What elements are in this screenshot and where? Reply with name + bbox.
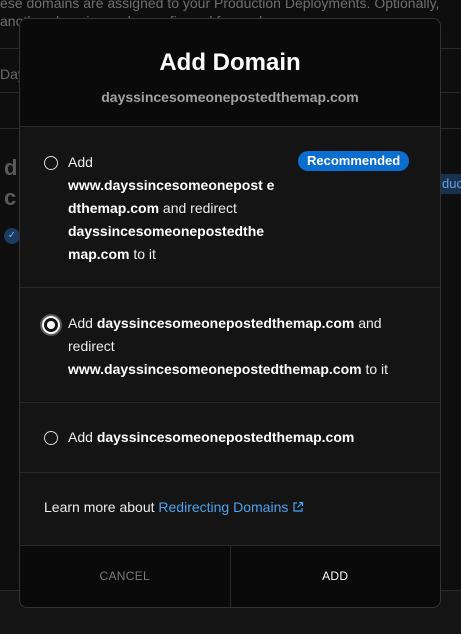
modal-subtitle: dayssincesomeonepostedthemap.com: [101, 89, 359, 105]
add-button[interactable]: ADD: [231, 545, 441, 607]
option-add-text: Add: [68, 429, 97, 445]
option-label: Add dayssincesomeonepostedthemap.com: [68, 426, 418, 449]
option-add-text: Add: [68, 154, 93, 170]
option-redirect-text: and redirect: [159, 200, 237, 216]
redirect-options: Add www.dayssincesomeonepost edthemap.co…: [20, 126, 440, 546]
modal-header: Add Domain dayssincesomeonepostedthemap.…: [20, 19, 440, 126]
option-label: Add dayssincesomeonepostedthemap.com and…: [68, 312, 418, 381]
option-add-www-redirect[interactable]: Add www.dayssincesomeonepost edthemap.co…: [20, 127, 440, 288]
recommended-badge: Recommended: [298, 151, 410, 171]
option-domain: dayssincesomeonepostedthemap.com: [96, 315, 355, 331]
bg-heading-fragment: d: [4, 155, 18, 180]
bg-check-icon: ✓: [4, 228, 20, 244]
add-domain-modal: Add Domain dayssincesomeonepostedthemap.…: [19, 18, 441, 608]
option-add-apex-redirect[interactable]: Add dayssincesomeonepostedthemap.com and…: [20, 287, 440, 403]
learn-more: Learn more about Redirecting Domains: [44, 499, 304, 516]
option-to-it: to it: [129, 246, 156, 262]
modal-title: Add Domain: [159, 49, 301, 76]
option-target: www.dayssincesomeonepostedthemap.com: [68, 361, 362, 377]
option-add-text: Add: [68, 315, 97, 331]
cancel-button[interactable]: CANCEL: [20, 545, 231, 607]
option-to-it: to it: [361, 361, 389, 377]
radio-button[interactable]: [44, 431, 58, 445]
redirecting-domains-link[interactable]: Redirecting Domains: [158, 499, 288, 515]
option-label: Add www.dayssincesomeonepost edthemap.co…: [68, 151, 278, 266]
learn-more-text: Learn more about: [44, 499, 159, 515]
option-target: dayssincesomeonepostedthe map.com: [68, 223, 265, 262]
bg-heading-fragment: c: [4, 185, 17, 210]
option-add-apex-only[interactable]: Add dayssincesomeonepostedthemap.com: [20, 402, 440, 473]
external-link-icon[interactable]: [292, 500, 304, 516]
radio-button[interactable]: [44, 156, 58, 170]
radio-button-selected[interactable]: [42, 316, 60, 334]
bg-badge: duc: [438, 174, 461, 194]
option-domain: dayssincesomeonepostedthemap.com: [96, 429, 355, 445]
modal-footer: CANCEL ADD: [20, 545, 440, 607]
